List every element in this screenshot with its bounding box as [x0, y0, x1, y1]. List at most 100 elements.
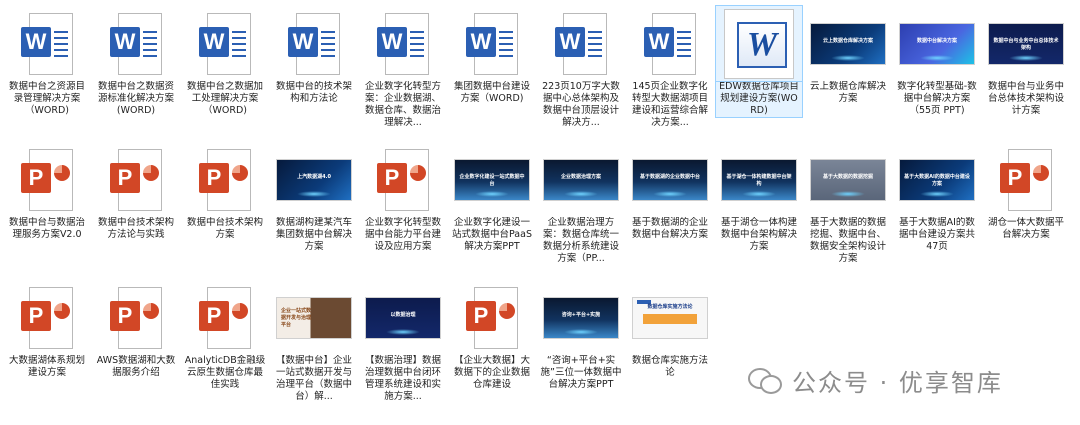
slide-preview-image: 数据中台与业务中台总体技术架构 — [988, 22, 1064, 65]
file-thumbnail: W — [627, 6, 713, 81]
file-thumbnail: W — [715, 5, 803, 82]
file-item[interactable]: P 大数据湖体系规划建设方案 — [4, 280, 90, 379]
file-name: 数字化转型基础-数据中台解决方案（55页 PPT) — [897, 81, 977, 116]
file-item[interactable]: P 数据中台与数据治理服务方案V2.0 — [4, 142, 90, 241]
file-name: 数据中台之数据加工处理解决方案（WORD) — [186, 81, 263, 116]
slide-preview-image: 云上数据仓库解决方案 — [810, 22, 886, 65]
file-thumbnail: 以数据治理 — [360, 280, 446, 355]
file-item[interactable]: 基于大数据的数据挖掘基于大数据的数据挖掘、数据中台、数据安全架构设计方案 — [805, 142, 891, 265]
powerpoint-document-icon: P — [199, 286, 251, 349]
file-name: 数据仓库实施方法论 — [631, 355, 708, 378]
wechat-icon — [748, 366, 782, 394]
file-item[interactable]: W 数据中台的技术架构和方法论 — [271, 6, 357, 105]
file-thumbnail: P — [182, 142, 268, 217]
file-item[interactable]: 数据中台解决方案 数字化转型基础-数据中台解决方案（55页 PPT) — [894, 6, 980, 117]
file-item[interactable]: P 【企业大数据】大数据下的企业数据仓库建设 — [449, 280, 535, 391]
file-name: 数据中台与业务中台总体技术架构设计方案 — [987, 81, 1064, 116]
file-name: 基于大数据AI的数据中台建设方案共47页 — [898, 217, 975, 252]
file-item[interactable]: 企业数字化建设一站式数据中台 企业数字化建设一站式数据中台PaaS解决方案PPT — [449, 142, 535, 253]
file-thumbnail: W — [4, 6, 90, 81]
slide-preview-image: 企业一站式数据开发与治理平台 — [276, 296, 352, 339]
file-item[interactable]: 云上数据仓库解决方案 云上数据仓库解决方案 — [805, 6, 891, 105]
file-thumbnail: 企业数据治理方案 — [538, 142, 624, 217]
powerpoint-document-icon: P — [21, 286, 73, 349]
file-item[interactable]: P 企业数字化转型数据中台能力平台建设及应用方案 — [360, 142, 446, 253]
file-item[interactable]: 咨询+平台+实施 “咨询+平台+实施”三位一体数据中台解决方案PPT — [538, 280, 624, 391]
file-item[interactable]: W 集团数据中台建设方案（WORD) — [449, 6, 535, 105]
powerpoint-document-icon: P — [21, 148, 73, 211]
file-item[interactable]: P 湖仓一体大数据平台解决方案 — [983, 142, 1069, 241]
file-name: AnalyticDB金融级云原生数据仓库最佳实践 — [184, 355, 266, 390]
file-item[interactable]: W 145页企业数字化转型大数据湖项目建设和运营综合解决方案... — [627, 6, 713, 129]
file-name: 223页10万字大数据中心总体架构及数据中台顶层设计解决方... — [542, 81, 620, 128]
watermark-text: 公众号 · 优享智库 — [792, 368, 1003, 397]
word-document-icon: W — [724, 8, 794, 79]
slide-preview-image: 基于大数据AI的数据中台建设方案 — [899, 158, 975, 201]
watermark: 公众号 · 优享智库 — [748, 360, 1003, 400]
powerpoint-document-icon: P — [466, 286, 518, 349]
file-name: 数据中台与数据治理服务方案V2.0 — [8, 217, 85, 240]
file-thumbnail: 数据中台解决方案 — [894, 6, 980, 81]
file-name: 【企业大数据】大数据下的企业数据仓库建设 — [453, 355, 530, 390]
word-document-icon: W — [555, 12, 607, 75]
word-document-icon: W — [199, 12, 251, 75]
file-thumbnail: 数据中台与业务中台总体技术架构 — [983, 6, 1069, 81]
file-thumbnail: P — [93, 280, 179, 355]
file-thumbnail: 云上数据仓库解决方案 — [805, 6, 891, 81]
file-name: 数据中台技术架构方案 — [186, 217, 263, 240]
file-item[interactable]: 基于湖仓一体构建数据中台架构基于湖仓一体构建数据中台架构解决方案 — [716, 142, 802, 253]
file-item[interactable]: 基于大数据AI的数据中台建设方案基于大数据AI的数据中台建设方案共47页 — [894, 142, 980, 253]
file-item[interactable]: W EDW数据仓库项目规划建设方案(WORD) — [715, 5, 803, 118]
file-item[interactable]: 基于数据湖的企业数据中台基于数据湖的企业数据中台解决方案 — [627, 142, 713, 241]
slide-preview-image: 以数据治理 — [365, 296, 441, 339]
file-name: 基于湖仓一体构建数据中台架构解决方案 — [720, 217, 797, 252]
file-item[interactable]: 以数据治理【数据治理】数据治理数据中台闭环管理系统建设和实施方案... — [360, 280, 446, 403]
file-thumbnail: W — [93, 6, 179, 81]
file-thumbnail: 企业一站式数据开发与治理平台 — [271, 280, 357, 355]
file-item[interactable]: P 数据中台技术架构方法论与实践 — [93, 142, 179, 241]
file-item[interactable]: W 223页10万字大数据中心总体架构及数据中台顶层设计解决方... — [538, 6, 624, 129]
word-document-icon: W — [466, 12, 518, 75]
slide-preview-image: 基于大数据的数据挖掘 — [810, 158, 886, 201]
file-name: 企业数据治理方案：数据仓库统一数据分析系统建设方案（PP... — [542, 217, 619, 264]
file-item[interactable]: 数据中台与业务中台总体技术架构数据中台与业务中台总体技术架构设计方案 — [983, 6, 1069, 117]
file-thumbnail: 企业数字化建设一站式数据中台 — [449, 142, 535, 217]
file-name: AWS数据湖和大数据服务介绍 — [96, 355, 176, 378]
file-item[interactable]: 企业一站式数据开发与治理平台【数据中台】企业一站式数据开发与治理平台（数据中台）… — [271, 280, 357, 403]
file-item[interactable]: W 企业数字化转型方案：企业数据湖、数据仓库、数据治理解决... — [360, 6, 446, 129]
file-name: 【数据治理】数据治理数据中台闭环管理系统建设和实施方案... — [364, 355, 441, 402]
powerpoint-document-icon: P — [110, 286, 162, 349]
file-thumbnail: W — [538, 6, 624, 81]
file-thumbnail: P — [93, 142, 179, 217]
slide-preview-image: 上汽数据湖4.0 — [276, 158, 352, 201]
file-name: 数据中台的技术架构和方法论 — [275, 81, 352, 104]
file-thumbnail: 上汽数据湖4.0 — [271, 142, 357, 217]
file-name: 【数据中台】企业一站式数据开发与治理平台（数据中台）解... — [275, 355, 352, 402]
file-name: 基于大数据的数据挖掘、数据中台、数据安全架构设计方案 — [809, 217, 886, 264]
file-item[interactable]: P AnalyticDB金融级云原生数据仓库最佳实践 — [182, 280, 268, 391]
slide-preview-image: 数据仓库实施方法论 — [632, 296, 708, 339]
file-item[interactable]: 上汽数据湖4.0 数据湖构建某汽车集团数据中台解决方案 — [271, 142, 357, 253]
file-item[interactable]: P 数据中台技术架构方案 — [182, 142, 268, 241]
file-name: 企业数字化转型方案：企业数据湖、数据仓库、数据治理解决... — [364, 81, 441, 128]
file-thumbnail: W — [182, 6, 268, 81]
file-item[interactable]: W 数据中台之数据资源标准化解决方案(WORD) — [93, 6, 179, 117]
file-item[interactable]: W 数据中台之资源目录管理解决方案（WORD) — [4, 6, 90, 117]
file-item[interactable]: 企业数据治理方案 企业数据治理方案：数据仓库统一数据分析系统建设方案（PP... — [538, 142, 624, 265]
slide-preview-image: 基于数据湖的企业数据中台 — [632, 158, 708, 201]
file-item[interactable]: P AWS数据湖和大数据服务介绍 — [93, 280, 179, 379]
file-name: 数据湖构建某汽车集团数据中台解决方案 — [275, 217, 352, 252]
file-item[interactable]: 数据仓库实施方法论 数据仓库实施方法论 — [627, 280, 713, 379]
file-item[interactable]: W 数据中台之数据加工处理解决方案（WORD) — [182, 6, 268, 117]
file-thumbnail: W — [360, 6, 446, 81]
slide-preview-image: 咨询+平台+实施 — [543, 296, 619, 339]
file-thumbnail: P — [4, 280, 90, 355]
file-thumbnail: P — [449, 280, 535, 355]
file-thumbnail: 咨询+平台+实施 — [538, 280, 624, 355]
file-thumbnail: 数据仓库实施方法论 — [627, 280, 713, 355]
word-document-icon: W — [288, 12, 340, 75]
file-thumbnail: 基于大数据的数据挖掘 — [805, 142, 891, 217]
slide-preview-image: 基于湖仓一体构建数据中台架构 — [721, 158, 797, 201]
file-name: 基于数据湖的企业数据中台解决方案 — [631, 217, 708, 240]
file-thumbnail: P — [182, 280, 268, 355]
